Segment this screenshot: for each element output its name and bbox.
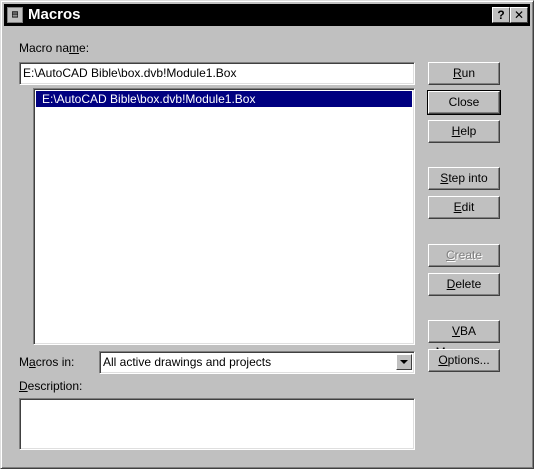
macros-dialog: ▤ Macros ? ✕ Macro name: E:\AutoCAD Bibl… xyxy=(0,0,534,469)
create-button[interactable]: Create xyxy=(428,244,500,267)
run-button[interactable]: Run xyxy=(428,62,500,85)
macro-name-label: Macro name: xyxy=(19,41,90,55)
list-item[interactable]: E:\AutoCAD Bible\box.dvb!Module1.Box xyxy=(36,91,412,107)
description-label: Description: xyxy=(19,379,83,393)
vba-manager-button[interactable]: VBA Manager... xyxy=(428,320,500,359)
close-button[interactable]: Close xyxy=(427,90,501,115)
chevron-down-icon[interactable] xyxy=(396,354,412,370)
options-button[interactable]: Options... xyxy=(428,349,500,372)
macro-name-input[interactable]: E:\AutoCAD Bible\box.dvb!Module1.Box xyxy=(19,62,415,85)
macros-in-dropdown[interactable]: All active drawings and projects xyxy=(99,351,415,374)
edit-button[interactable]: Edit xyxy=(428,196,500,219)
dialog-title: Macros xyxy=(28,6,81,23)
description-field[interactable] xyxy=(19,398,415,450)
app-document-icon: ▤ xyxy=(7,7,23,23)
help-button[interactable]: Help xyxy=(428,120,500,143)
title-bar[interactable]: ▤ Macros ? ✕ xyxy=(4,4,530,26)
delete-button[interactable]: Delete xyxy=(428,273,500,296)
close-title-button[interactable]: ✕ xyxy=(510,7,528,23)
step-into-button[interactable]: Step into xyxy=(428,167,500,190)
help-title-button[interactable]: ? xyxy=(492,7,510,23)
macros-in-value: All active drawings and projects xyxy=(103,355,272,369)
macros-in-label: Macros in: xyxy=(19,355,75,369)
macro-name-value: E:\AutoCAD Bible\box.dvb!Module1.Box xyxy=(23,66,237,80)
macro-list[interactable]: E:\AutoCAD Bible\box.dvb!Module1.Box xyxy=(33,88,415,345)
